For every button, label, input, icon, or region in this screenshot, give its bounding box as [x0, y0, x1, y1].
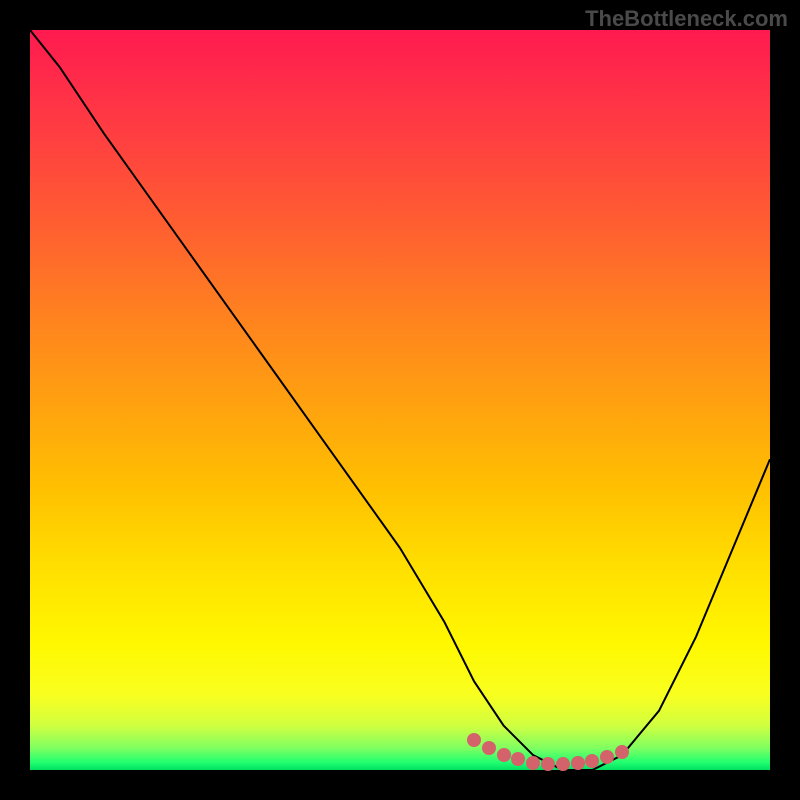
highlight-marker — [511, 752, 525, 766]
watermark-text: TheBottleneck.com — [585, 6, 788, 32]
highlight-marker — [541, 757, 555, 771]
highlight-marker — [615, 745, 629, 759]
highlight-marker — [571, 756, 585, 770]
highlight-marker — [556, 757, 570, 771]
highlight-marker — [497, 748, 511, 762]
highlight-marker — [482, 741, 496, 755]
highlight-marker — [526, 756, 540, 770]
highlight-marker — [600, 750, 614, 764]
highlight-marker — [467, 733, 481, 747]
marker-layer — [30, 30, 770, 770]
highlight-marker — [585, 754, 599, 768]
